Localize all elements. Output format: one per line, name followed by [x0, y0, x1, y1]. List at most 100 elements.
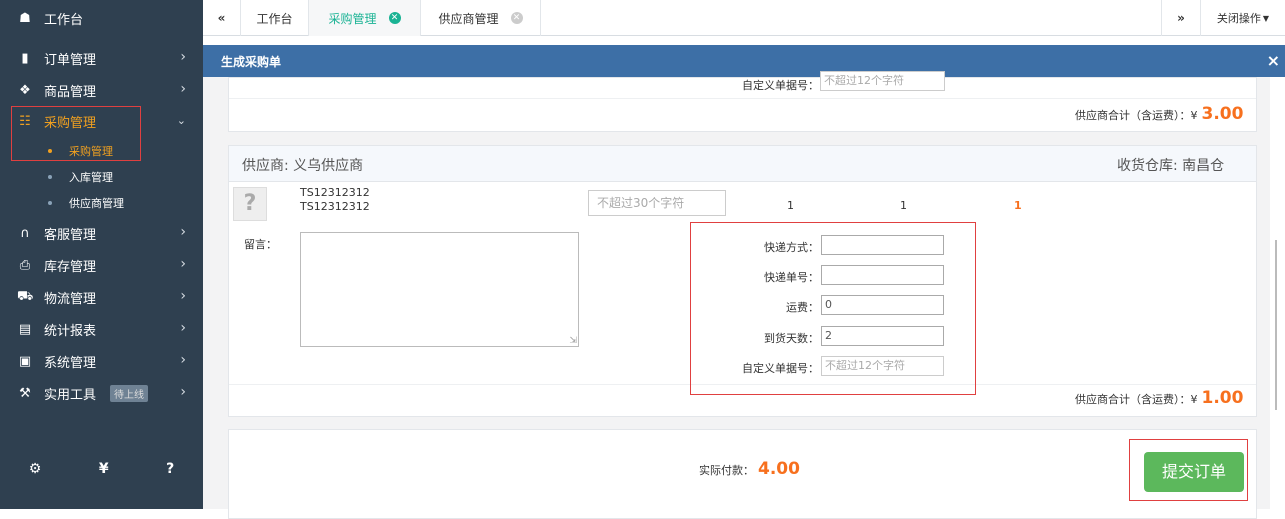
sidebar-item-system[interactable]: ▣ 系统管理 ›	[0, 346, 203, 376]
product-image-placeholder: ?	[233, 187, 267, 221]
sidebar-item-reports[interactable]: ▤ 统计报表 ›	[0, 314, 203, 344]
message-textarea[interactable]: ⇲	[300, 232, 579, 347]
modal-header: 生成采购单 ×	[203, 45, 1285, 77]
tab-purchase[interactable]: 采购管理 ✕	[309, 0, 421, 36]
sidebar: ☗ 工作台 ▮ 订单管理 › ❖ 商品管理 › ☷ 采购管理 ⌄ 采购管理 入库…	[0, 0, 203, 509]
tab-workbench[interactable]: 工作台	[241, 0, 309, 36]
supplier-total: 供应商合计（含运费）：¥ 1.00	[1075, 388, 1243, 408]
help-icon[interactable]: ?	[166, 461, 174, 477]
tab-label: 工作台	[256, 11, 293, 26]
sidebar-item-tools[interactable]: ⚒ 实用工具 待上线 ›	[0, 378, 203, 408]
actual-payment: 实际付款： 4.00	[699, 459, 800, 479]
sidebar-item-label: 库存管理	[44, 259, 97, 275]
tab-bar: « 工作台 采购管理 ✕ 供应商管理 ✕ » 关闭操作 ▼	[203, 0, 1285, 36]
sidebar-item-logistics[interactable]: ⛟ 物流管理 ›	[0, 282, 203, 312]
chevron-down-icon: ⌄	[176, 114, 186, 127]
cube-icon: ❖	[19, 82, 31, 98]
sidebar-subitem-inbound[interactable]: 入库管理	[0, 167, 203, 187]
custom-no-label: 自定义单据号：	[742, 79, 819, 92]
printer-icon: ⎙	[19, 257, 31, 273]
prev-supplier-panel: 自定义单据号： 不超过12个字符 供应商合计（含运费）：¥ 3.00	[228, 71, 1257, 132]
document-icon: ▤	[18, 321, 32, 337]
scrollbar[interactable]	[1270, 77, 1285, 509]
supplier-total-label: 供应商合计（含运费）：¥	[1075, 393, 1198, 406]
sidebar-item-label: 实用工具	[44, 387, 97, 403]
modal-body: 自定义单据号： 不超过12个字符 供应商合计（含运费）：¥ 3.00 供应商: 义…	[203, 71, 1270, 519]
chevron-right-icon: ›	[180, 49, 186, 65]
payment-panel: 实际付款： 4.00 提交订单	[228, 429, 1257, 519]
supplier-total-label: 供应商合计（含运费）：¥	[1075, 109, 1198, 122]
sidebar-subitem-label: 入库管理	[69, 171, 113, 184]
custom-no-input[interactable]: 不超过12个字符	[820, 71, 945, 91]
double-chevron-left-icon: «	[217, 11, 226, 25]
highlight-box	[690, 222, 976, 395]
home-icon: ☗	[19, 10, 31, 26]
sidebar-item-label: 工作台	[44, 12, 84, 28]
sidebar-item-orders[interactable]: ▮ 订单管理 ›	[0, 43, 203, 73]
sidebar-item-service[interactable]: ∩ 客服管理 ›	[0, 218, 203, 248]
tabs-scroll-left-button[interactable]: «	[203, 0, 241, 36]
quantity-value: 1	[900, 199, 907, 212]
wrench-icon: ⚒	[19, 385, 31, 401]
supplier-header: 供应商: 义乌供应商 收货仓库: 南昌仓	[229, 146, 1256, 182]
chevron-right-icon: ›	[180, 288, 186, 304]
actual-payment-label: 实际付款：	[699, 464, 754, 477]
sidebar-item-label: 物流管理	[44, 291, 97, 307]
highlight-box	[11, 106, 141, 161]
chevron-right-icon: ›	[180, 256, 186, 272]
caret-down-icon: ▼	[1262, 13, 1270, 23]
close-icon[interactable]: ✕	[388, 12, 401, 24]
product-code: TS12312312	[300, 186, 370, 199]
sidebar-item-label: 客服管理	[44, 227, 97, 243]
chevron-right-icon: ›	[180, 81, 186, 97]
chevron-right-icon: ›	[180, 320, 186, 336]
product-code: TS12312312	[300, 200, 370, 213]
sidebar-subitem-label: 供应商管理	[69, 197, 124, 210]
bullet-icon	[48, 201, 52, 205]
yen-icon[interactable]: ¥	[99, 461, 109, 477]
actual-payment-value: 4.00	[758, 459, 800, 479]
close-operations-label: 关闭操作	[1216, 12, 1261, 25]
modal-title: 生成采购单	[221, 54, 282, 69]
tab-label: 供应商管理	[438, 11, 499, 26]
bullet-icon	[48, 175, 52, 179]
remark-input[interactable]: 不超过30个字符	[588, 190, 726, 216]
chevron-right-icon: ›	[180, 384, 186, 400]
clipboard-icon: ▮	[21, 50, 29, 66]
monitor-icon: ▣	[18, 353, 32, 369]
scrollbar-thumb[interactable]	[1275, 240, 1277, 410]
supplier-total: 供应商合计（含运费）：¥ 3.00	[1075, 104, 1243, 124]
message-label: 留言：	[244, 238, 277, 251]
sidebar-item-workbench[interactable]: ☗ 工作台	[0, 0, 203, 36]
warehouse-name: 收货仓库: 南昌仓	[1117, 158, 1225, 174]
truck-icon: ⛟	[17, 288, 34, 304]
close-operations-menu[interactable]: 关闭操作 ▼	[1201, 0, 1285, 36]
resize-handle-icon[interactable]: ⇲	[569, 336, 577, 346]
sidebar-item-inventory[interactable]: ⎙ 库存管理 ›	[0, 250, 203, 280]
divider	[229, 98, 1256, 99]
sidebar-subitem-suppliers[interactable]: 供应商管理	[0, 193, 203, 213]
highlight-box	[1129, 439, 1248, 501]
tab-label: 采购管理	[328, 11, 377, 26]
tabs-scroll-right-button[interactable]: »	[1161, 0, 1201, 36]
quantity-value: 1	[787, 199, 794, 212]
quantity-value: 1	[1014, 199, 1022, 212]
tab-suppliers[interactable]: 供应商管理 ✕	[421, 0, 541, 36]
chevron-right-icon: ›	[180, 352, 186, 368]
close-icon[interactable]: ✕	[510, 12, 523, 24]
sidebar-item-label: 系统管理	[44, 355, 97, 371]
sidebar-item-label: 商品管理	[44, 84, 97, 100]
sidebar-item-label: 订单管理	[44, 52, 97, 68]
supplier-name: 供应商: 义乌供应商	[242, 158, 364, 174]
gear-icon[interactable]: ⚙	[29, 461, 42, 477]
sidebar-item-products[interactable]: ❖ 商品管理 ›	[0, 75, 203, 105]
headset-icon: ∩	[20, 225, 30, 241]
sidebar-item-label: 统计报表	[44, 323, 97, 339]
chevron-right-icon: ›	[180, 224, 186, 240]
status-badge: 待上线	[110, 384, 149, 402]
supplier-total-value: 1.00	[1201, 388, 1244, 408]
supplier-total-value: 3.00	[1201, 104, 1244, 124]
double-chevron-right-icon: »	[1177, 11, 1185, 25]
sidebar-footer: ⚙ ¥ ?	[0, 447, 203, 491]
close-icon[interactable]: ×	[1267, 51, 1280, 70]
